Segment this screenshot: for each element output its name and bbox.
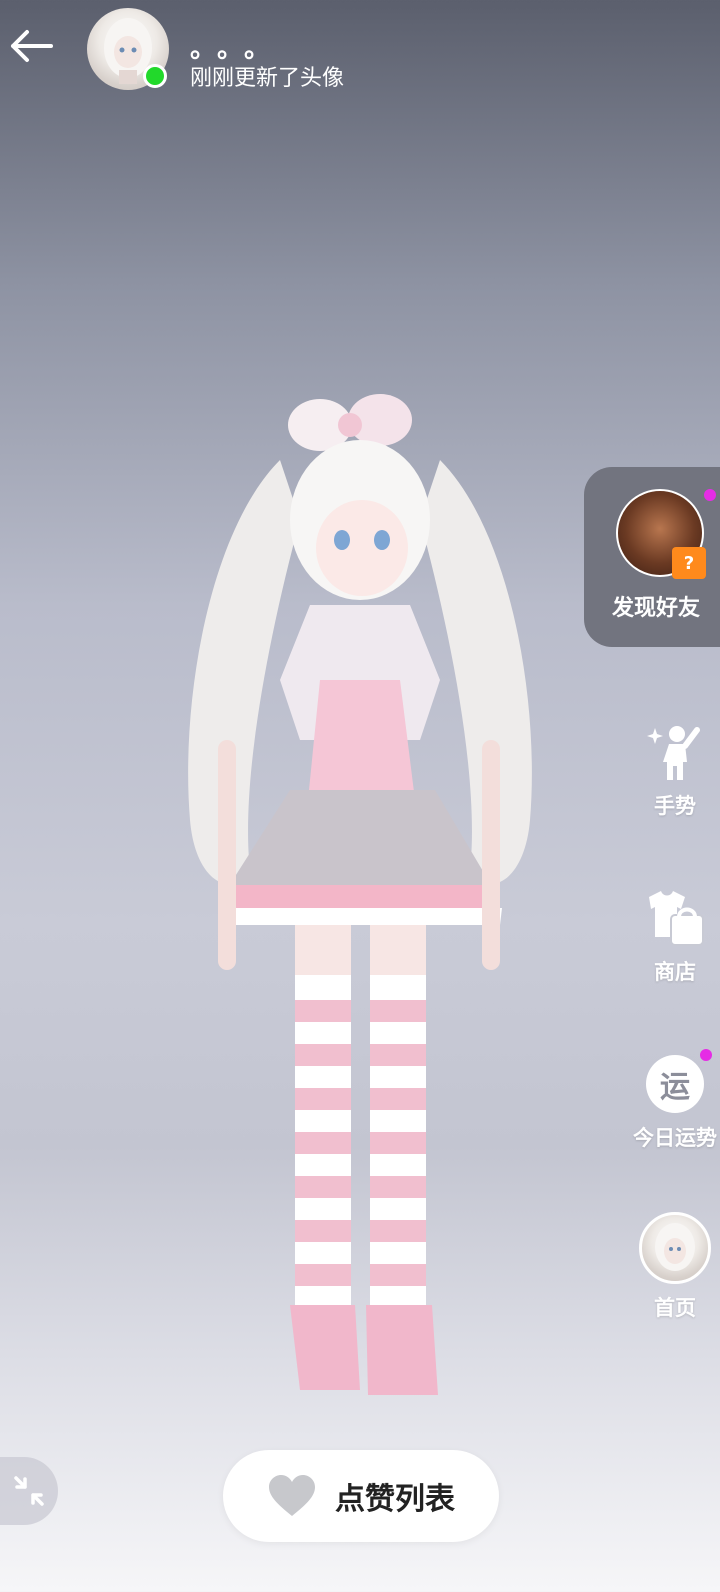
gesture-label: 手势: [654, 794, 696, 818]
daily-fortune-button[interactable]: 运 今日运势: [620, 1049, 720, 1152]
discover-friends-label: 发现好友: [612, 596, 701, 621]
avatar-character-3d[interactable]: [170, 380, 550, 1430]
gesture-button[interactable]: 手势: [620, 722, 720, 820]
back-button[interactable]: [6, 24, 56, 68]
discover-notification-dot: [704, 489, 716, 501]
user-status-text: 刚刚更新了头像: [190, 66, 345, 91]
home-label: 首页: [654, 1296, 696, 1320]
collapse-button[interactable]: [0, 1457, 58, 1525]
back-arrow-icon: [11, 30, 53, 62]
mystery-box-icon: ?: [672, 547, 706, 579]
gesture-icon: [645, 722, 705, 782]
fortune-notification-dot: [700, 1049, 712, 1061]
shop-label: 商店: [654, 960, 696, 984]
likes-list-button[interactable]: 点赞列表: [223, 1450, 499, 1542]
heart-icon: [269, 1475, 315, 1516]
online-status-dot: [143, 64, 167, 88]
fortune-label: 今日运势: [633, 1126, 717, 1150]
shop-button[interactable]: 商店: [620, 888, 720, 986]
home-button[interactable]: 首页: [620, 1212, 720, 1322]
fortune-icon: 运: [646, 1049, 712, 1113]
profile-avatar[interactable]: [87, 8, 169, 90]
collapse-arrows-icon: [14, 1476, 44, 1506]
fortune-glyph: 运: [660, 1070, 690, 1105]
discover-friends-card[interactable]: ? 发现好友: [584, 467, 720, 647]
likes-list-label: 点赞列表: [335, 1482, 455, 1517]
home-avatar-icon: [639, 1212, 711, 1284]
shop-icon: [645, 888, 705, 948]
